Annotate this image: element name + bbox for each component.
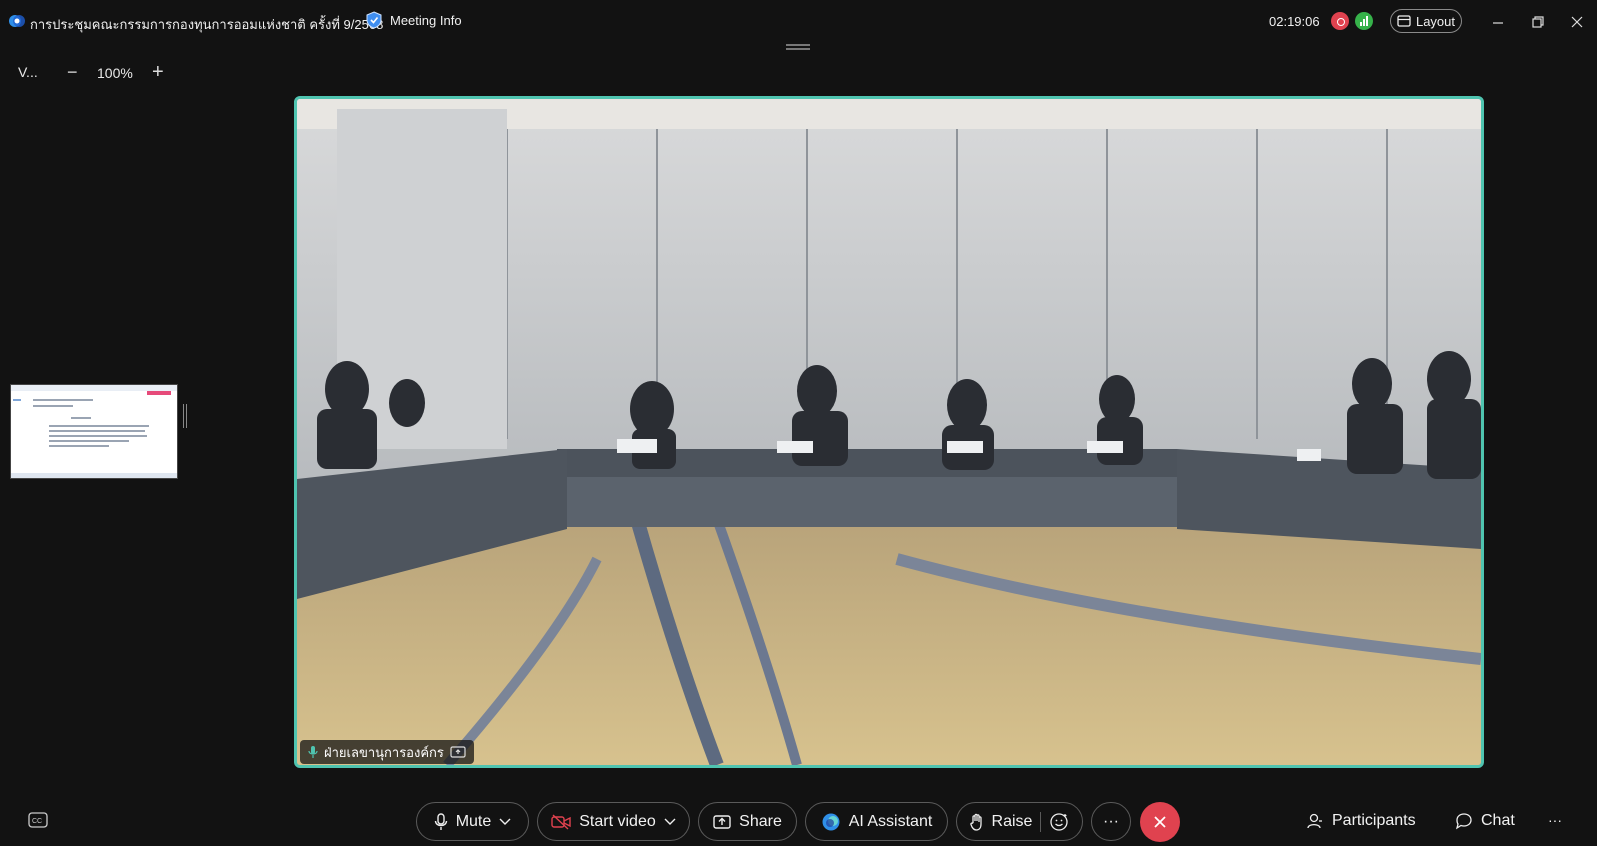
zoom-out-button[interactable]: −	[67, 62, 78, 83]
thumbnail-taskbar	[11, 473, 177, 478]
chat-icon	[1455, 813, 1472, 830]
thumbnail-text-line	[49, 430, 145, 432]
main-video	[294, 96, 1484, 768]
record-icon[interactable]	[1331, 12, 1349, 30]
title-bar: การประชุมคณะกรรมการกองทุนการออมแห่งชาติ …	[0, 0, 1597, 44]
close-icon	[1154, 816, 1166, 828]
raise-divider	[1040, 811, 1042, 832]
raise-label: Raise	[991, 812, 1033, 830]
thumbnail-text-line	[49, 435, 147, 437]
participants-label: Participants	[1332, 812, 1416, 829]
thumbnail-text-line	[33, 405, 73, 407]
thumbnail-text-line	[49, 445, 109, 447]
ai-assistant-button[interactable]: AI Assistant	[805, 802, 948, 841]
share-icon	[713, 814, 731, 829]
app-logo-icon	[9, 15, 25, 27]
participants-icon	[1307, 813, 1322, 829]
signal-icon[interactable]	[1355, 12, 1373, 30]
hand-icon	[969, 813, 982, 831]
meeting-timer: 02:19:06	[1269, 14, 1320, 29]
thumbnail-text-line	[71, 417, 91, 419]
chevron-down-icon[interactable]	[499, 818, 511, 826]
participant-name-tag: ฝ่ายเลขานุการองค์กร	[300, 740, 474, 764]
conference-room-video	[297, 99, 1481, 765]
chevron-down-icon[interactable]	[664, 818, 676, 826]
start-video-label: Start video	[579, 812, 656, 830]
shared-screen-thumbnail[interactable]	[10, 384, 178, 479]
thumbnail-resize-handle[interactable]	[183, 404, 187, 428]
thumbnail-text-line	[33, 399, 93, 401]
shield-icon	[366, 11, 382, 29]
mute-label: Mute	[455, 812, 492, 830]
video-off-icon	[551, 813, 571, 830]
chat-label: Chat	[1481, 812, 1515, 829]
zoom-in-button[interactable]: +	[152, 61, 164, 84]
microphone-icon	[434, 812, 447, 830]
raise-hand-button[interactable]: Raise	[956, 802, 1083, 841]
meeting-info-label: Meeting Info	[390, 12, 462, 28]
chat-button[interactable]: Chat	[1455, 812, 1515, 830]
panel-drag-handle[interactable]	[786, 44, 810, 50]
reactions-icon[interactable]	[1049, 812, 1069, 832]
close-icon[interactable]	[1569, 14, 1585, 30]
meeting-controls-bar: Mute Start video Share AI Assistant Rais…	[0, 800, 1597, 844]
meeting-info-button[interactable]: Meeting Info	[366, 11, 462, 29]
start-video-button[interactable]: Start video	[537, 802, 690, 841]
layout-icon	[1397, 15, 1411, 27]
more-label: ···	[1103, 812, 1119, 830]
participants-button[interactable]: Participants	[1306, 812, 1416, 830]
meeting-title: การประชุมคณะกรรมการกองทุนการออมแห่งชาติ …	[30, 17, 384, 32]
mute-button[interactable]: Mute	[416, 802, 529, 841]
thumbnail-badge	[147, 391, 171, 395]
overflow-menu-button[interactable]: ···	[1548, 812, 1562, 828]
restore-icon[interactable]	[1530, 14, 1546, 30]
share-button[interactable]: Share	[698, 802, 797, 841]
thumbnail-text-line	[49, 425, 149, 427]
layout-label: Layout	[1415, 13, 1456, 29]
view-menu[interactable]: V...	[18, 64, 38, 80]
zoom-level: 100%	[97, 65, 133, 81]
ai-assistant-icon	[822, 813, 840, 830]
minimize-icon[interactable]	[1490, 14, 1506, 30]
leave-meeting-button[interactable]	[1140, 802, 1180, 842]
share-label: Share	[739, 812, 782, 830]
thumbnail-text-line	[49, 440, 129, 442]
layout-button[interactable]: Layout	[1390, 9, 1462, 33]
thumbnail-sidebar	[13, 399, 21, 401]
more-options-button[interactable]: ···	[1091, 802, 1131, 841]
participant-name: ฝ่ายเลขานุการองค์กร	[324, 744, 444, 760]
microphone-icon	[308, 746, 318, 758]
screen-share-icon	[450, 746, 466, 758]
ai-assistant-label: AI Assistant	[848, 812, 933, 830]
